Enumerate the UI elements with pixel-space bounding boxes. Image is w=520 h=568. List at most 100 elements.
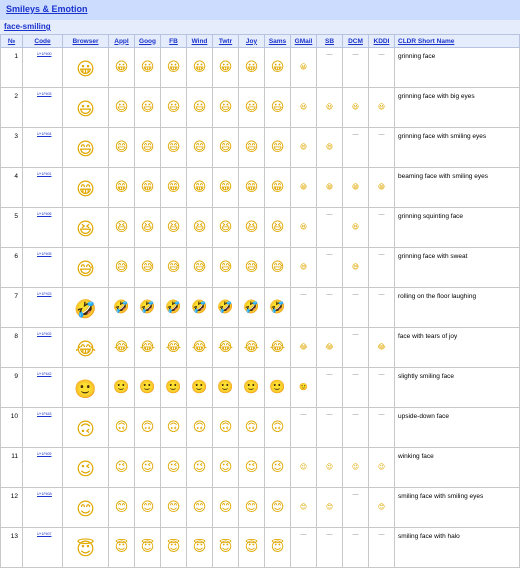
emoji-icon: 😁	[140, 180, 155, 195]
emoji-icon: 😉	[114, 460, 129, 475]
wind-emoji-cell: 😆	[186, 207, 213, 248]
emoji-icon: 😁	[218, 180, 233, 195]
twtr-emoji-cell: 😃	[212, 87, 239, 128]
dcm-emoji-cell: —	[342, 407, 369, 448]
emoji-icon: 😉	[140, 460, 155, 475]
emoji-icon: 😀	[166, 60, 181, 75]
code-cell: U+1F923	[22, 287, 63, 328]
col-cldr-name[interactable]: CLDR Short Name	[394, 34, 520, 48]
col-kddi[interactable]: KDDI	[368, 34, 395, 48]
col-wind[interactable]: Wind	[186, 34, 213, 48]
emoji-icon: 😂	[165, 340, 182, 355]
code-link[interactable]: U+1F642	[37, 372, 52, 376]
code-link[interactable]: U+1F601	[37, 172, 52, 176]
emoji-icon: 😄	[114, 140, 129, 155]
col-sb[interactable]: SB	[316, 34, 343, 48]
appl-emoji-cell: 😆	[108, 207, 135, 248]
browser-emoji-cell: 😊	[62, 487, 109, 528]
code-link[interactable]: U+1F602	[37, 332, 52, 336]
code-link[interactable]: U+1F923	[37, 292, 52, 296]
col-fb[interactable]: FB	[160, 34, 187, 48]
code-link[interactable]: U+1F600	[37, 52, 52, 56]
cldr-short-name: grinning face	[394, 47, 520, 88]
twtr-emoji-cell: 😀	[212, 47, 239, 88]
emoji-icon: 😃	[351, 103, 360, 111]
emoji-icon: 🤣	[139, 300, 156, 315]
category-link[interactable]: Smileys & Emotion	[6, 4, 88, 14]
appl-emoji-cell: 😂	[108, 327, 135, 368]
emoji-icon: 😀	[244, 60, 259, 75]
emoji-icon: 🙃	[166, 420, 181, 435]
joy-emoji-cell: 😁	[238, 167, 265, 208]
emoji-icon: 😂	[269, 340, 286, 355]
table-row: 8 U+1F602 😂 😂 😂 😂 😂 😂 😂 😂 😂 😂 — 😂 face with tears of j…	[0, 327, 520, 368]
col-sams[interactable]: Sams	[264, 34, 291, 48]
emoji-icon: 😄	[76, 138, 95, 160]
row-number: 9	[0, 367, 23, 408]
subgroup-link[interactable]: face-smiling	[4, 22, 51, 31]
dcm-emoji-cell: 😅	[342, 247, 369, 288]
emoji-icon: 😅	[351, 263, 360, 271]
sams-emoji-cell: 🤣	[264, 287, 291, 328]
dash-mark: —	[326, 532, 333, 538]
emoji-icon: 😁	[166, 180, 181, 195]
kddi-emoji-cell: 😁	[368, 167, 395, 208]
gmail-emoji-cell: 😄	[290, 127, 317, 168]
dash-mark: —	[378, 532, 385, 538]
emoji-icon: 😁	[325, 183, 334, 191]
emoji-icon: 😊	[218, 500, 233, 515]
cldr-short-name: smiling face with halo	[394, 527, 520, 568]
col-joy[interactable]: Joy	[238, 34, 265, 48]
emoji-table: № Code Browser Appl Goog FB Wind Twtr Jo…	[0, 34, 520, 568]
col-goog[interactable]: Goog	[134, 34, 161, 48]
appl-emoji-cell: 😃	[108, 87, 135, 128]
emoji-icon: 🙂	[191, 380, 208, 395]
code-link[interactable]: U+1F605	[37, 252, 52, 256]
code-cell: U+1F603	[22, 87, 63, 128]
emoji-icon: 😁	[377, 183, 386, 191]
code-link[interactable]: U+1F60A	[37, 492, 52, 496]
dcm-emoji-cell: —	[342, 287, 369, 328]
col-appl[interactable]: Appl	[108, 34, 135, 48]
col-code[interactable]: Code	[22, 34, 63, 48]
browser-emoji-cell: 😁	[62, 167, 109, 208]
sams-emoji-cell: 🙂	[264, 367, 291, 408]
emoji-icon: 🤣	[191, 300, 208, 315]
kddi-emoji-cell: 😃	[368, 87, 395, 128]
dash-mark: —	[352, 532, 359, 538]
code-link[interactable]: U+1F643	[37, 412, 52, 416]
sams-emoji-cell: 😉	[264, 447, 291, 488]
gmail-emoji-cell: 😀	[290, 47, 317, 88]
kddi-emoji-cell: 😊	[368, 487, 395, 528]
appl-emoji-cell: 😇	[108, 527, 135, 568]
col-dcm[interactable]: DCM	[342, 34, 369, 48]
code-link[interactable]: U+1F603	[37, 92, 52, 96]
sams-emoji-cell: 😆	[264, 207, 291, 248]
appl-emoji-cell: 😉	[108, 447, 135, 488]
emoji-icon: 😃	[377, 103, 386, 111]
code-link[interactable]: U+1F609	[37, 452, 52, 456]
col-gmail[interactable]: GMail	[290, 34, 317, 48]
emoji-icon: 😊	[270, 500, 285, 515]
sb-emoji-cell: —	[316, 527, 343, 568]
col-twtr[interactable]: Twtr	[212, 34, 239, 48]
code-link[interactable]: U+1F607	[37, 532, 52, 536]
emoji-icon: 😅	[244, 260, 259, 275]
emoji-icon: 😃	[166, 100, 181, 115]
wind-emoji-cell: 😂	[186, 327, 213, 368]
col-browser[interactable]: Browser	[62, 34, 109, 48]
emoji-icon: 🤣	[165, 300, 182, 315]
dash-mark: —	[326, 412, 333, 418]
col-num[interactable]: №	[0, 34, 23, 48]
kddi-emoji-cell: —	[368, 367, 395, 408]
emoji-icon: 😆	[351, 223, 360, 231]
sb-emoji-cell: 😄	[316, 127, 343, 168]
joy-emoji-cell: 🤣	[238, 287, 265, 328]
dash-mark: —	[352, 292, 359, 298]
cldr-short-name: rolling on the floor laughing	[394, 287, 520, 328]
code-link[interactable]: U+1F604	[37, 132, 52, 136]
appl-emoji-cell: 🙃	[108, 407, 135, 448]
sb-emoji-cell: 😁	[316, 167, 343, 208]
dcm-emoji-cell: —	[342, 527, 369, 568]
code-link[interactable]: U+1F606	[37, 212, 52, 216]
